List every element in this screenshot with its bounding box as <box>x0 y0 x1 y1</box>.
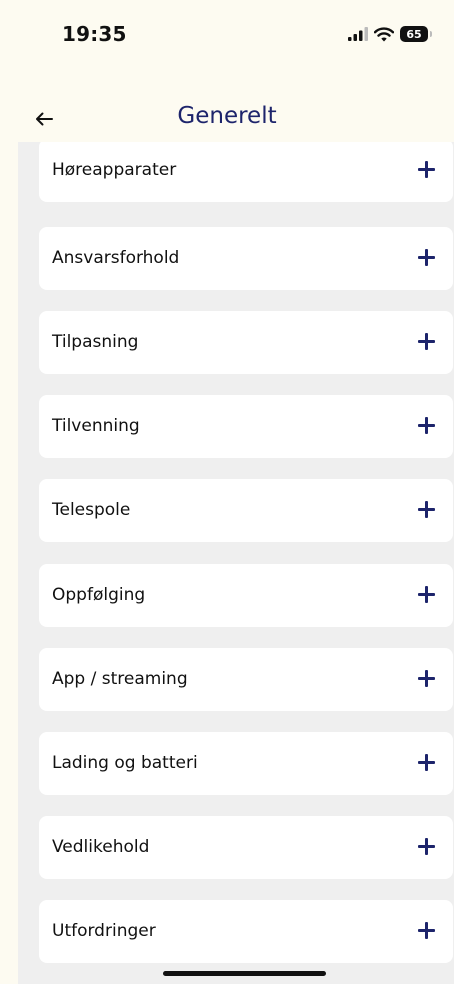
accordion-item-label: Lading og batteri <box>52 753 198 773</box>
plus-icon[interactable] <box>418 754 435 771</box>
accordion-item-label: Høreapparater <box>52 160 177 180</box>
battery-icon: 65 <box>400 26 432 42</box>
accordion-item-label: Utfordringer <box>52 921 156 941</box>
plus-icon[interactable] <box>418 333 435 350</box>
status-icons: 65 <box>348 26 432 42</box>
plus-icon[interactable] <box>418 501 435 518</box>
accordion-item-horeapparater[interactable]: Høreapparater <box>39 142 453 202</box>
accordion-item-label: App / streaming <box>52 669 188 689</box>
accordion-item-label: Vedlikehold <box>52 837 150 857</box>
accordion-item-app-streaming[interactable]: App / streaming <box>39 648 453 711</box>
header: Generelt <box>0 95 454 145</box>
accordion-item-tilpasning[interactable]: Tilpasning <box>39 311 453 374</box>
accordion-item-utfordringer[interactable]: Utfordringer <box>39 900 453 963</box>
accordion-item-tilvenning[interactable]: Tilvenning <box>39 395 453 458</box>
accordion-item-oppfolging[interactable]: Oppfølging <box>39 564 453 627</box>
signal-icon <box>348 27 368 41</box>
accordion-item-label: Oppfølging <box>52 585 146 605</box>
accordion-item-label: Tilvenning <box>52 416 140 436</box>
wifi-icon <box>374 26 394 42</box>
accordion-item-telespole[interactable]: Telespole <box>39 479 453 542</box>
accordion-item-ansvarsforhold[interactable]: Ansvarsforhold <box>39 227 453 290</box>
plus-icon[interactable] <box>418 586 435 603</box>
accordion-item-vedlikehold[interactable]: Vedlikehold <box>39 816 453 879</box>
plus-icon[interactable] <box>418 161 435 178</box>
plus-icon[interactable] <box>418 838 435 855</box>
battery-level: 65 <box>406 27 422 41</box>
home-indicator[interactable] <box>163 971 326 976</box>
plus-icon[interactable] <box>418 922 435 939</box>
plus-icon[interactable] <box>418 670 435 687</box>
page-title: Generelt <box>177 103 277 129</box>
accordion-item-lading-og-batteri[interactable]: Lading og batteri <box>39 732 453 795</box>
plus-icon[interactable] <box>418 249 435 266</box>
accordion-item-label: Telespole <box>52 500 131 520</box>
accordion-item-label: Ansvarsforhold <box>52 248 180 268</box>
status-time: 19:35 <box>62 22 127 46</box>
accordion-item-label: Tilpasning <box>52 332 139 352</box>
plus-icon[interactable] <box>418 417 435 434</box>
accordion-list: Høreapparater Ansvarsforhold Tilpasning … <box>18 142 454 984</box>
status-bar: 19:35 65 <box>0 0 454 70</box>
